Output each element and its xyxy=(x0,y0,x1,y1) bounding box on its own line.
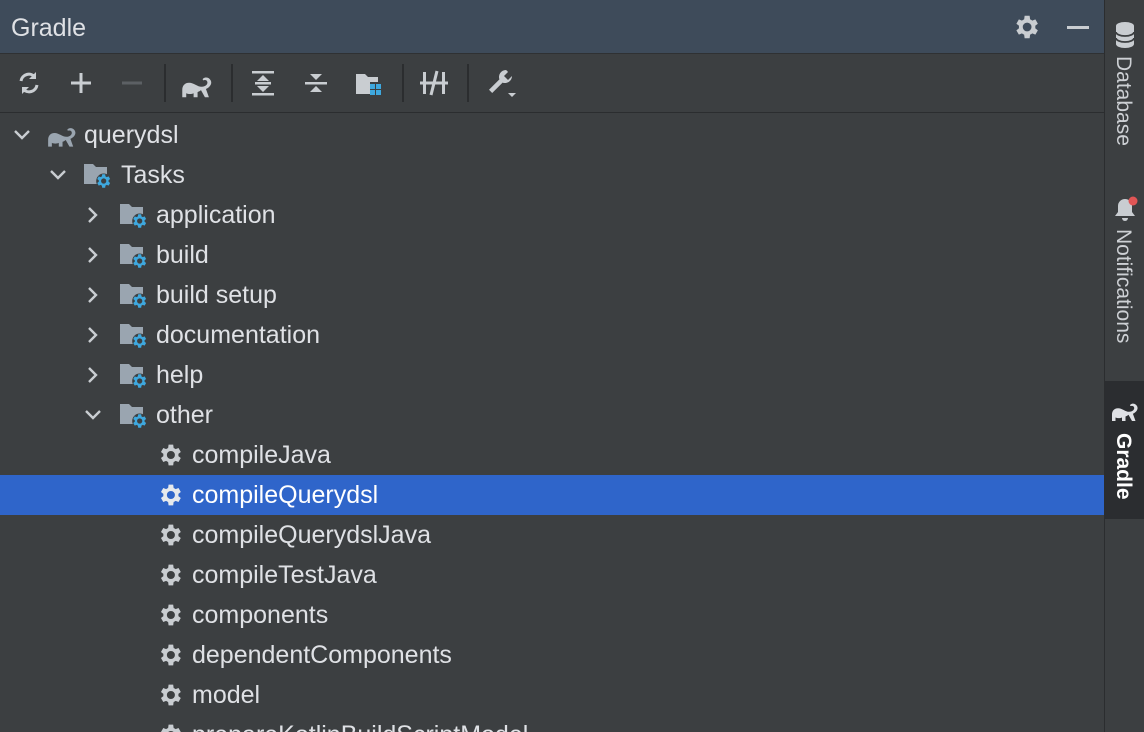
project-structure-button[interactable] xyxy=(352,66,386,100)
gradle-elephant-icon xyxy=(46,120,76,150)
task-folder-icon xyxy=(118,200,148,230)
tree-item-label: application xyxy=(156,201,276,229)
project-structure-icon xyxy=(352,74,386,104)
gradle-tool-window: Gradle querydsl Tasks application build buil… xyxy=(0,0,1104,732)
task-gear-icon xyxy=(156,600,186,630)
plus-icon xyxy=(64,73,98,104)
task-gear-icon xyxy=(156,480,186,510)
right-tool-stripe: Database Notifications Gradle xyxy=(1104,0,1144,732)
stripe-tab-gradle[interactable]: Gradle xyxy=(1105,381,1144,519)
collapse-all-icon xyxy=(299,74,333,104)
task-gear-icon xyxy=(156,720,186,732)
gear-icon[interactable] xyxy=(1011,12,1041,42)
chevron-right-icon[interactable] xyxy=(83,205,103,225)
task-row[interactable]: compileQuerydslJava xyxy=(0,515,1104,555)
stripe-label-database: Database xyxy=(1112,56,1135,146)
chevron-down-icon[interactable] xyxy=(83,405,103,425)
tree-item-label: compileQuerydslJava xyxy=(192,521,431,549)
chevron-right-icon[interactable] xyxy=(83,365,103,385)
elephant-icon xyxy=(1110,399,1140,430)
reload-icon xyxy=(12,72,46,104)
task-group-row[interactable]: Tasks xyxy=(0,155,1104,195)
wrench-dropdown-button[interactable] xyxy=(484,66,518,100)
chevron-right-icon[interactable] xyxy=(83,285,103,305)
chevron-right-icon[interactable] xyxy=(83,245,103,265)
task-folder-icon xyxy=(118,400,148,430)
task-folder-icon xyxy=(82,160,112,190)
task-row[interactable]: model xyxy=(0,675,1104,715)
task-row[interactable]: dependentComponents xyxy=(0,635,1104,675)
stripe-label-gradle: Gradle xyxy=(1112,433,1135,500)
chevron-right-icon[interactable] xyxy=(83,325,103,345)
tree-item-label: dependentComponents xyxy=(192,641,452,669)
tool-window-header: Gradle xyxy=(0,0,1104,54)
task-gear-icon xyxy=(156,680,186,710)
tree-item-label: prepareKotlinBuildScriptModel xyxy=(192,720,528,732)
task-group-row[interactable]: other xyxy=(0,395,1104,435)
task-row[interactable]: prepareKotlinBuildScriptModel xyxy=(0,715,1104,732)
task-group-row[interactable]: help xyxy=(0,355,1104,395)
tree-item-label: compileJava xyxy=(192,441,331,469)
minus-icon xyxy=(115,81,149,104)
chevron-down-icon[interactable] xyxy=(48,165,68,185)
toggle-offline-icon xyxy=(417,70,451,104)
task-gear-icon xyxy=(156,560,186,590)
toolbar-separator xyxy=(164,64,166,102)
task-gear-icon xyxy=(156,440,186,470)
database-icon xyxy=(1113,20,1137,55)
minus-button xyxy=(115,66,149,100)
task-group-row[interactable]: documentation xyxy=(0,315,1104,355)
chevron-down-icon[interactable] xyxy=(12,125,32,145)
tree-item-label: other xyxy=(156,401,213,429)
task-row[interactable]: compileQuerydsl xyxy=(0,475,1104,515)
toggle-offline-button[interactable] xyxy=(417,66,451,100)
task-row[interactable]: components xyxy=(0,595,1104,635)
tree-item-label: model xyxy=(192,681,261,709)
wrench-dropdown-icon xyxy=(484,69,518,104)
tree-item-label: documentation xyxy=(156,321,321,349)
task-gear-icon xyxy=(156,520,186,550)
elephant-button[interactable] xyxy=(180,66,214,100)
tree-item-label: build xyxy=(156,241,209,269)
expand-all-icon xyxy=(246,71,280,104)
tree-item-label: compileQuerydsl xyxy=(192,481,379,509)
tree-item-label: build setup xyxy=(156,281,277,309)
stripe-tab-database[interactable]: Database xyxy=(1105,10,1144,160)
tree-item-label: components xyxy=(192,601,329,629)
toolbar-separator xyxy=(467,64,469,102)
stripe-label-notifications: Notifications xyxy=(1112,229,1135,344)
tool-window-title: Gradle xyxy=(11,14,87,42)
task-group-row[interactable]: build setup xyxy=(0,275,1104,315)
plus-button[interactable] xyxy=(64,66,98,100)
elephant-icon xyxy=(180,77,214,108)
expand-all-button[interactable] xyxy=(246,66,280,100)
tree-item-label: querydsl xyxy=(84,121,179,149)
toolbar-separator xyxy=(231,64,233,102)
tree-item-label: help xyxy=(156,361,204,389)
reload-button[interactable] xyxy=(12,66,46,100)
tree-item-label: compileTestJava xyxy=(192,561,377,589)
project-row[interactable]: querydsl xyxy=(0,115,1104,155)
bell-icon xyxy=(1113,195,1139,230)
task-row[interactable]: compileJava xyxy=(0,435,1104,475)
minimize-icon[interactable] xyxy=(1063,12,1093,42)
task-row[interactable]: compileTestJava xyxy=(0,555,1104,595)
task-group-row[interactable]: build xyxy=(0,235,1104,275)
toolbar-separator xyxy=(402,64,404,102)
task-folder-icon xyxy=(118,360,148,390)
task-folder-icon xyxy=(118,280,148,310)
task-group-row[interactable]: application xyxy=(0,195,1104,235)
task-folder-icon xyxy=(118,320,148,350)
gradle-toolbar xyxy=(0,54,1104,113)
task-gear-icon xyxy=(156,640,186,670)
collapse-all-button[interactable] xyxy=(299,66,333,100)
stripe-tab-notifications[interactable]: Notifications xyxy=(1105,185,1144,365)
task-folder-icon xyxy=(118,240,148,270)
tree-item-label: Tasks xyxy=(121,161,185,189)
